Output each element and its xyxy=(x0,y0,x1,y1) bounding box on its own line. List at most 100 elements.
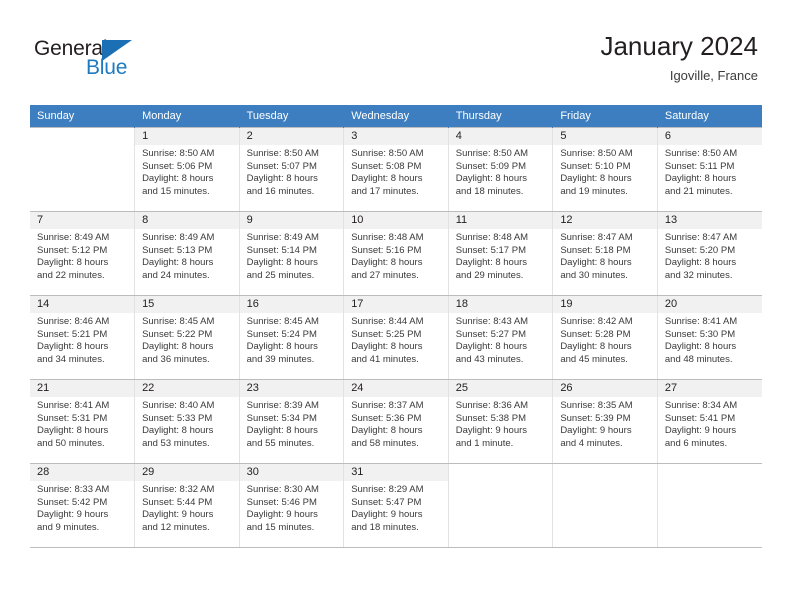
day-info-line: Sunrise: 8:36 AM xyxy=(455,400,529,411)
day-info-line: Daylight: 8 hours xyxy=(664,257,737,269)
day-info-line: Sunset: 5:16 PM xyxy=(351,244,422,256)
day-info-line: Sunrise: 8:47 AM xyxy=(560,232,633,243)
day-info-line: Daylight: 8 hours xyxy=(142,341,214,353)
day-info-line: Sunrise: 8:33 AM xyxy=(37,484,110,495)
calendar-day-cell[interactable]: 30 Sunrise: 8:30 AM Sunset: 5:46 PM Dayligh… xyxy=(238,463,344,548)
day-sun-info: Sunrise: 8:37 AM Sunset: 5:36 PM Daylight:… xyxy=(344,397,448,450)
day-info-line: and 48 minutes. xyxy=(664,353,733,365)
day-sun-info: Sunrise: 8:47 AM Sunset: 5:20 PM Daylight:… xyxy=(658,229,762,282)
day-info-line: Sunset: 5:07 PM xyxy=(246,160,317,172)
day-number: 4 xyxy=(448,128,553,145)
day-info-line: and 1 minute. xyxy=(455,437,514,449)
calendar-day-cell[interactable]: 10 Sunrise: 8:48 AM Sunset: 5:16 PM Dayligh… xyxy=(343,211,449,296)
calendar-day-cell[interactable]: 9 Sunrise: 8:49 AM Sunset: 5:14 PM Daylight… xyxy=(238,211,344,296)
calendar-day-cell[interactable]: 15 Sunrise: 8:45 AM Sunset: 5:22 PM Dayligh… xyxy=(134,295,240,380)
day-info-line: and 43 minutes. xyxy=(455,353,524,365)
day-cell-inner: 29 Sunrise: 8:32 AM Sunset: 5:44 PM Dayligh… xyxy=(135,464,239,547)
day-info-line: and 15 minutes. xyxy=(246,521,315,533)
calendar-day-cell[interactable]: 6 Sunrise: 8:50 AM Sunset: 5:11 PM Daylight… xyxy=(656,127,762,212)
weekday-header-wednesday: Wednesday xyxy=(343,105,449,128)
day-cell-inner: 2 Sunrise: 8:50 AM Sunset: 5:07 PM Daylight… xyxy=(239,128,344,211)
logo-text-blue: Blue xyxy=(86,56,128,79)
day-cell-inner: 31 Sunrise: 8:29 AM Sunset: 5:47 PM Dayligh… xyxy=(344,464,448,547)
calendar-day-cell[interactable]: 19 Sunrise: 8:42 AM Sunset: 5:28 PM Dayligh… xyxy=(552,295,658,380)
day-info-line: and 50 minutes. xyxy=(37,437,105,449)
calendar-day-cell[interactable]: 2 Sunrise: 8:50 AM Sunset: 5:07 PM Daylight… xyxy=(238,127,344,212)
calendar-day-cell[interactable]: 14 Sunrise: 8:46 AM Sunset: 5:21 PM Dayligh… xyxy=(30,295,135,380)
day-number xyxy=(448,464,553,481)
day-info-line: Sunrise: 8:29 AM xyxy=(351,484,424,495)
day-info-line: and 25 minutes. xyxy=(246,269,315,281)
calendar-day-cell[interactable]: 28 Sunrise: 8:33 AM Sunset: 5:42 PM Dayligh… xyxy=(30,463,135,548)
day-number: 24 xyxy=(344,380,448,397)
calendar-day-cell[interactable]: 4 Sunrise: 8:50 AM Sunset: 5:09 PM Daylight… xyxy=(447,127,553,212)
day-info-line: Sunset: 5:08 PM xyxy=(351,160,422,172)
calendar-week-row: 28 Sunrise: 8:33 AM Sunset: 5:42 PM Dayligh… xyxy=(30,463,762,548)
day-number: 28 xyxy=(30,464,135,481)
day-info-line: Sunrise: 8:39 AM xyxy=(246,400,319,411)
calendar-day-cell[interactable]: 18 Sunrise: 8:43 AM Sunset: 5:27 PM Dayligh… xyxy=(447,295,553,380)
calendar-day-cell[interactable]: 31 Sunrise: 8:29 AM Sunset: 5:47 PM Dayligh… xyxy=(343,463,449,548)
day-info-line: and 36 minutes. xyxy=(142,353,210,365)
calendar-day-cell[interactable]: 17 Sunrise: 8:44 AM Sunset: 5:25 PM Dayligh… xyxy=(343,295,449,380)
calendar-day-cell[interactable]: 1 Sunrise: 8:50 AM Sunset: 5:06 PM Daylight… xyxy=(134,127,240,212)
day-sun-info: Sunrise: 8:33 AM Sunset: 5:42 PM Daylight:… xyxy=(30,481,134,534)
calendar-day-cell[interactable]: 22 Sunrise: 8:40 AM Sunset: 5:33 PM Dayligh… xyxy=(134,379,240,464)
day-sun-info: Sunrise: 8:35 AM Sunset: 5:39 PM Daylight:… xyxy=(553,397,657,450)
calendar-day-cell[interactable]: 12 Sunrise: 8:47 AM Sunset: 5:18 PM Dayligh… xyxy=(552,211,658,296)
day-info-line: Daylight: 9 hours xyxy=(37,509,109,521)
calendar-day-cell[interactable]: 27 Sunrise: 8:34 AM Sunset: 5:41 PM Dayligh… xyxy=(656,379,762,464)
day-info-line: Daylight: 8 hours xyxy=(37,257,109,269)
day-info-line: Sunrise: 8:46 AM xyxy=(37,316,110,327)
day-sun-info: Sunrise: 8:41 AM Sunset: 5:30 PM Daylight:… xyxy=(658,313,762,366)
day-info-line: and 39 minutes. xyxy=(246,353,315,365)
day-info-line: Daylight: 8 hours xyxy=(37,341,109,353)
day-info-line: Daylight: 9 hours xyxy=(455,425,528,437)
day-sun-info: Sunrise: 8:41 AM Sunset: 5:31 PM Daylight:… xyxy=(30,397,134,450)
calendar-day-cell[interactable]: 21 Sunrise: 8:41 AM Sunset: 5:31 PM Dayligh… xyxy=(30,379,135,464)
calendar-week-row: 21 Sunrise: 8:41 AM Sunset: 5:31 PM Dayligh… xyxy=(30,379,762,464)
day-info-line: Daylight: 8 hours xyxy=(560,341,632,353)
day-cell-inner: 1 Sunrise: 8:50 AM Sunset: 5:06 PM Daylight… xyxy=(135,128,239,211)
day-sun-info: Sunrise: 8:50 AM Sunset: 5:06 PM Daylight:… xyxy=(135,145,239,198)
day-number: 31 xyxy=(344,464,448,481)
day-cell-inner: 20 Sunrise: 8:41 AM Sunset: 5:30 PM Dayligh… xyxy=(657,296,762,379)
day-info-line: Daylight: 9 hours xyxy=(664,425,737,437)
calendar-day-cell[interactable]: 8 Sunrise: 8:49 AM Sunset: 5:13 PM Daylight… xyxy=(134,211,240,296)
calendar-day-cell[interactable]: 25 Sunrise: 8:36 AM Sunset: 5:38 PM Dayligh… xyxy=(447,379,553,464)
calendar-day-cell[interactable]: 24 Sunrise: 8:37 AM Sunset: 5:36 PM Dayligh… xyxy=(343,379,449,464)
day-info-line: Daylight: 8 hours xyxy=(142,425,214,437)
calendar-day-cell[interactable]: 26 Sunrise: 8:35 AM Sunset: 5:39 PM Dayligh… xyxy=(552,379,658,464)
day-info-line: Sunrise: 8:49 AM xyxy=(37,232,110,243)
day-number: 19 xyxy=(553,296,657,313)
day-info-line: and 22 minutes. xyxy=(37,269,105,281)
day-info-line: and 24 minutes. xyxy=(142,269,210,281)
day-info-line: Sunset: 5:20 PM xyxy=(664,244,736,256)
calendar-day-cell[interactable]: 11 Sunrise: 8:48 AM Sunset: 5:17 PM Dayligh… xyxy=(447,211,553,296)
calendar-day-cell[interactable]: 5 Sunrise: 8:50 AM Sunset: 5:10 PM Daylight… xyxy=(552,127,658,212)
calendar-cell-empty xyxy=(656,463,762,548)
day-cell-inner: 24 Sunrise: 8:37 AM Sunset: 5:36 PM Dayligh… xyxy=(344,380,448,463)
day-cell-inner: 8 Sunrise: 8:49 AM Sunset: 5:13 PM Daylight… xyxy=(135,212,239,295)
day-info-line: Daylight: 8 hours xyxy=(351,341,423,353)
calendar-day-cell[interactable]: 3 Sunrise: 8:50 AM Sunset: 5:08 PM Daylight… xyxy=(343,127,449,212)
day-cell-inner: 10 Sunrise: 8:48 AM Sunset: 5:16 PM Dayligh… xyxy=(344,212,448,295)
day-info-line: Sunset: 5:27 PM xyxy=(455,328,526,340)
calendar-day-cell[interactable]: 7 Sunrise: 8:49 AM Sunset: 5:12 PM Daylight… xyxy=(30,211,135,296)
day-number: 12 xyxy=(553,212,657,229)
calendar-cell-empty xyxy=(552,463,658,548)
general-blue-logo[interactable]: General Blue xyxy=(34,38,254,88)
day-sun-info: Sunrise: 8:45 AM Sunset: 5:24 PM Daylight:… xyxy=(240,313,344,366)
day-info-line: Sunset: 5:28 PM xyxy=(560,328,631,340)
day-number: 10 xyxy=(344,212,448,229)
calendar-day-cell[interactable]: 23 Sunrise: 8:39 AM Sunset: 5:34 PM Dayligh… xyxy=(238,379,344,464)
day-info-line: Daylight: 8 hours xyxy=(246,173,318,185)
page-title: January 2024 xyxy=(600,31,758,61)
day-info-line: and 18 minutes. xyxy=(455,185,524,197)
calendar-day-cell[interactable]: 16 Sunrise: 8:45 AM Sunset: 5:24 PM Dayligh… xyxy=(238,295,344,380)
calendar-day-cell[interactable]: 20 Sunrise: 8:41 AM Sunset: 5:30 PM Dayligh… xyxy=(656,295,762,380)
calendar-day-cell[interactable]: 29 Sunrise: 8:32 AM Sunset: 5:44 PM Dayligh… xyxy=(134,463,240,548)
weekday-header-sunday: Sunday xyxy=(30,105,135,128)
day-cell-inner: 26 Sunrise: 8:35 AM Sunset: 5:39 PM Dayligh… xyxy=(553,380,657,463)
calendar-day-cell[interactable]: 13 Sunrise: 8:47 AM Sunset: 5:20 PM Dayligh… xyxy=(656,211,762,296)
